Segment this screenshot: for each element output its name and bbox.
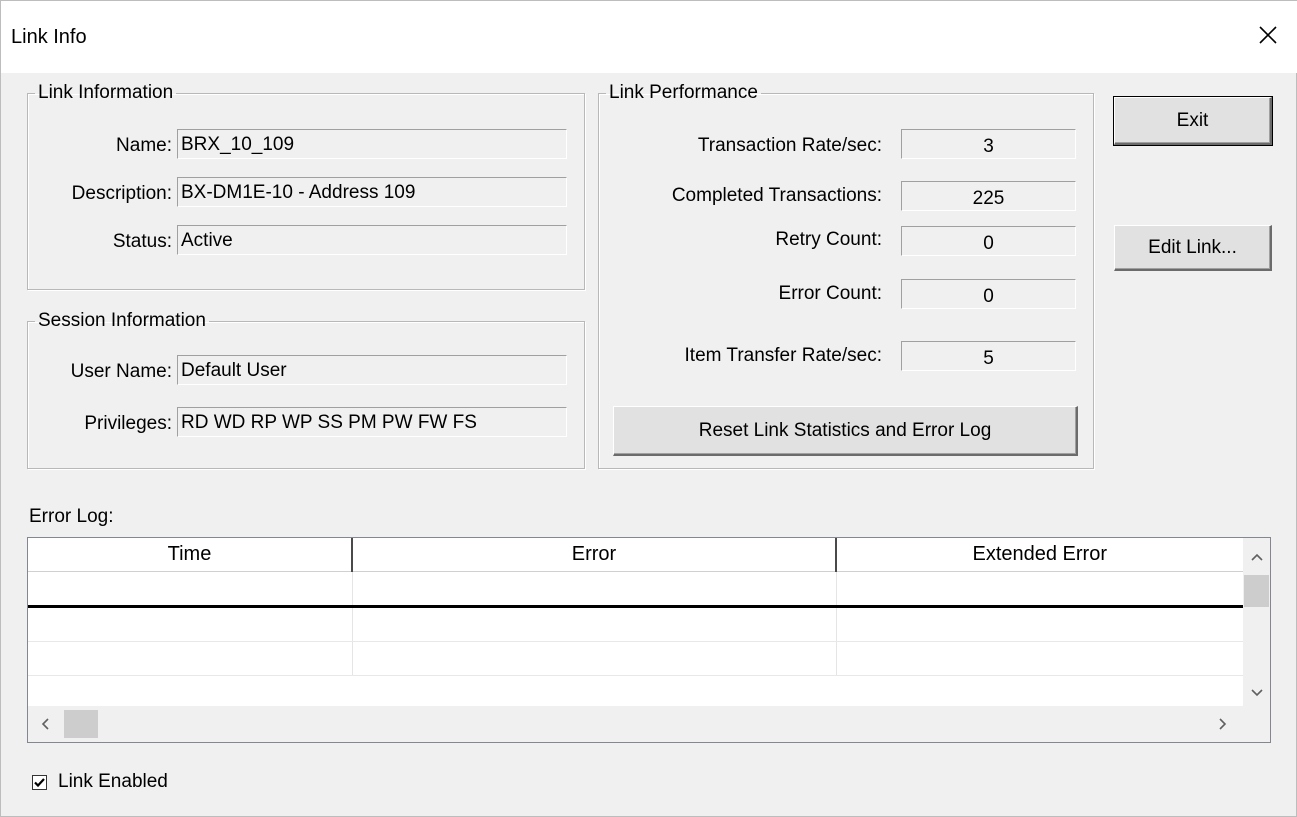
checkmark-icon (34, 777, 45, 787)
user-name-field: Default User (177, 355, 567, 385)
link-enabled-checkbox[interactable]: Link Enabled (32, 771, 168, 793)
checkbox-box[interactable] (32, 774, 47, 790)
completed-transactions-label: Completed Transactions: (671, 185, 882, 206)
item-transfer-rate-label: Item Transfer Rate/sec: (684, 345, 882, 366)
scroll-down-icon[interactable] (1243, 678, 1270, 708)
status-field: Active (177, 225, 567, 255)
scroll-up-icon[interactable] (1243, 542, 1270, 572)
retry-count-label: Retry Count: (775, 229, 882, 250)
privileges-label: Privileges: (84, 413, 172, 434)
retry-count-field: 0 (901, 226, 1076, 256)
link-performance-legend: Link Performance (609, 82, 758, 103)
link-info-dialog: Link Info Link Information Name: BRX_10_… (0, 0, 1297, 817)
vertical-scroll-thumb[interactable] (1244, 575, 1269, 607)
scroll-left-icon[interactable] (30, 710, 60, 738)
error-count-field: 0 (901, 279, 1076, 309)
scroll-right-icon[interactable] (1208, 710, 1238, 738)
column-header-error[interactable]: Error (352, 538, 837, 572)
description-field: BX-DM1E-10 - Address 109 (177, 177, 567, 207)
error-log-grid[interactable]: Time Error Extended Error (27, 537, 1271, 743)
table-row[interactable] (28, 606, 1244, 642)
name-field: BRX_10_109 (177, 129, 567, 159)
table-row[interactable] (28, 641, 1244, 676)
error-log-table: Time Error Extended Error (28, 538, 1244, 676)
link-enabled-label: Link Enabled (58, 771, 168, 792)
scrollbar-corner (1243, 706, 1270, 742)
status-label: Status: (112, 231, 172, 252)
user-name-label: User Name: (70, 361, 172, 382)
link-information-legend: Link Information (38, 82, 174, 103)
column-header-time[interactable]: Time (28, 538, 353, 572)
error-count-label: Error Count: (778, 283, 882, 304)
horizontal-scroll-thumb[interactable] (64, 710, 98, 738)
session-information-group: Session Information (27, 311, 585, 469)
error-log-header-row: Time Error Extended Error (28, 538, 1244, 572)
close-icon (1259, 26, 1277, 44)
description-label: Description: (71, 183, 172, 204)
edit-link-button[interactable]: Edit Link... (1114, 225, 1272, 271)
error-log-label: Error Log: (29, 506, 114, 527)
exit-button[interactable]: Exit (1113, 96, 1273, 146)
completed-transactions-field: 225 (901, 181, 1076, 211)
close-button[interactable] (1244, 13, 1292, 57)
session-information-legend: Session Information (38, 310, 206, 331)
transaction-rate-field: 3 (901, 129, 1076, 159)
window-title: Link Info (11, 26, 87, 48)
transaction-rate-label: Transaction Rate/sec: (697, 135, 882, 156)
reset-link-statistics-button[interactable]: Reset Link Statistics and Error Log (613, 406, 1078, 456)
name-label: Name: (116, 135, 172, 156)
horizontal-scrollbar[interactable] (28, 706, 1243, 742)
item-transfer-rate-field: 5 (901, 341, 1076, 371)
privileges-field: RD WD RP WP SS PM PW FW FS (177, 407, 567, 437)
title-bar: Link Info (1, 1, 1297, 73)
vertical-scrollbar[interactable] (1243, 538, 1270, 707)
table-row[interactable] (28, 571, 1244, 608)
column-header-extended-error[interactable]: Extended Error (836, 538, 1244, 572)
